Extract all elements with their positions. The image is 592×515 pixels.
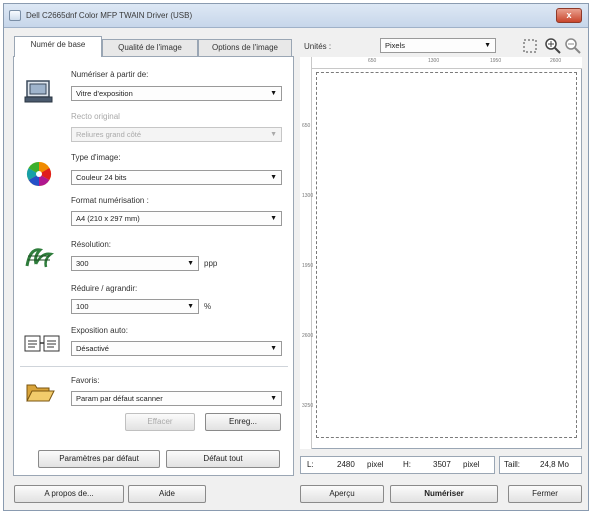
resolution-select[interactable]: 300 ▼ [71, 256, 199, 271]
ruler-tick: 1300 [302, 193, 314, 199]
ruler-tick: 1950 [490, 58, 502, 64]
file-size-box: Taill: 24,8 Mo [499, 456, 582, 474]
chevron-down-icon: ▼ [484, 42, 491, 49]
chevron-down-icon: ▼ [187, 260, 194, 267]
default-all-button[interactable]: Défaut tout [166, 450, 280, 468]
scan-from-value: Vitre d'exposition [76, 89, 133, 98]
scan-from-label: Numériser à partir de: [71, 70, 149, 79]
chevron-down-icon: ▼ [270, 131, 277, 138]
scan-area-selection[interactable] [316, 72, 577, 438]
size-value: 24,8 Mo [540, 460, 569, 469]
width-value: 2480 [337, 460, 355, 469]
about-button[interactable]: A propos de... [14, 485, 124, 503]
divider [20, 366, 288, 367]
favorites-select[interactable]: Param par défaut scanner ▼ [71, 391, 282, 406]
preview-button[interactable]: Aperçu [300, 485, 384, 503]
favorites-label: Favoris: [71, 376, 100, 385]
scan-from-select[interactable]: Vitre d'exposition ▼ [71, 86, 282, 101]
tab-image-quality[interactable]: Qualité de l'image [102, 39, 198, 56]
chevron-down-icon: ▼ [270, 215, 277, 222]
scan-size-label: Format numérisation : [71, 196, 149, 205]
units-label: Unités : [304, 42, 332, 51]
height-value: 3507 [433, 460, 451, 469]
ruler-tick: 3250 [302, 403, 314, 409]
scanner-app-icon [9, 10, 21, 21]
ruler-tick: 650 [302, 123, 311, 129]
tab-image-options[interactable]: Options de l'image [198, 39, 292, 56]
folder-icon [26, 384, 55, 402]
tab-basic[interactable]: Numér de base [14, 36, 102, 57]
reduce-enlarge-label: Réduire / agrandir: [71, 284, 138, 293]
resolution-label: Résolution: [71, 240, 112, 249]
auto-exposure-select[interactable]: Désactivé ▼ [71, 341, 282, 356]
favorites-value: Param par défaut scanner [76, 394, 163, 403]
window-title: Dell C2665dnf Color MFP TWAIN Driver (US… [26, 11, 193, 20]
scanner-icon [24, 80, 53, 103]
close-window-button[interactable]: x [556, 8, 582, 23]
select-icon[interactable] [522, 38, 538, 54]
ruler-tick: 1950 [302, 263, 314, 269]
ruler-tick: 650 [368, 58, 377, 64]
original-select[interactable]: Reliures grand côté ▼ [71, 127, 282, 142]
reduce-enlarge-select[interactable]: 100 ▼ [71, 299, 199, 314]
reduce-enlarge-unit: % [204, 302, 212, 311]
chevron-down-icon: ▼ [187, 303, 194, 310]
units-select[interactable]: Pixels ▼ [380, 38, 496, 53]
reduce-enlarge-value: 100 [76, 302, 89, 311]
chevron-down-icon: ▼ [270, 395, 277, 402]
height-label: H: [403, 460, 411, 469]
zoom-out-icon[interactable] [564, 37, 582, 55]
ruler-tick: 1300 [428, 58, 440, 64]
height-unit: pixel [463, 460, 480, 469]
exposure-icon [24, 335, 60, 352]
zoom-in-icon[interactable] [544, 37, 562, 55]
size-label: Taill: [504, 460, 521, 469]
ruler-tick: 2600 [550, 58, 562, 64]
left-ruler: 650 1300 1950 2600 3250 [300, 57, 314, 449]
scan-button[interactable]: Numériser [390, 485, 498, 503]
resolution-value: 300 [76, 259, 89, 268]
save-favorite-button[interactable]: Enreg... [205, 413, 281, 431]
chevron-down-icon: ▼ [270, 90, 277, 97]
close-button[interactable]: Fermer [508, 485, 582, 503]
image-type-label: Type d'image: [71, 153, 121, 162]
original-label: Recto original [71, 112, 120, 121]
auto-exposure-value: Désactivé [76, 344, 109, 353]
image-type-value: Couleur 24 bits [76, 173, 127, 182]
top-ruler: px 650 1300 1950 2600 [300, 57, 582, 69]
resolution-icon [25, 248, 54, 268]
scan-size-value: A4 (210 x 297 mm) [76, 214, 140, 223]
image-type-select[interactable]: Couleur 24 bits ▼ [71, 170, 282, 185]
width-unit: pixel [367, 460, 384, 469]
delete-favorite-button[interactable]: Effacer [125, 413, 195, 431]
chevron-down-icon: ▼ [270, 174, 277, 181]
width-label: L: [307, 460, 314, 469]
resolution-unit: ppp [204, 259, 218, 268]
units-value: Pixels [385, 41, 406, 50]
chevron-down-icon: ▼ [270, 345, 277, 352]
auto-exposure-label: Exposition auto: [71, 326, 128, 335]
help-button[interactable]: Aide [128, 485, 206, 503]
original-value: Reliures grand côté [76, 130, 142, 139]
dimensions-box: L: 2480 pixel H: 3507 pixel [300, 456, 495, 474]
color-wheel-icon [26, 162, 52, 186]
ruler-tick: 2600 [302, 333, 314, 339]
default-settings-button[interactable]: Paramètres par défaut [38, 450, 160, 468]
scan-size-select[interactable]: A4 (210 x 297 mm) ▼ [71, 211, 282, 226]
title-bar: Dell C2665dnf Color MFP TWAIN Driver (US… [4, 4, 588, 28]
